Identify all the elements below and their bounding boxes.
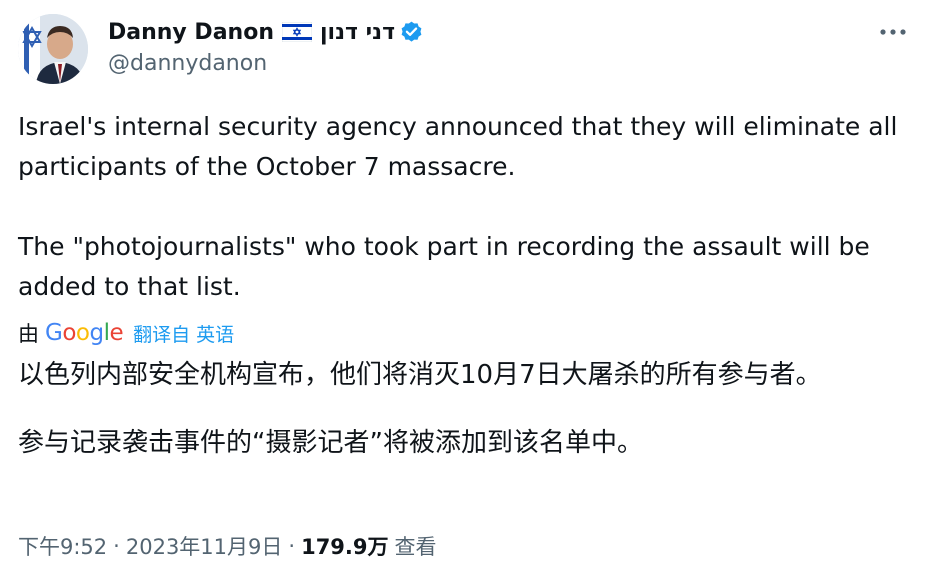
translation-attribution: 由 Google 翻译自 英语	[18, 316, 234, 350]
translated-from-link[interactable]: 翻译自 英语	[133, 320, 234, 347]
more-dots-icon	[880, 29, 906, 35]
avatar[interactable]	[18, 14, 88, 84]
tweet-paragraph-1: Israel's internal security agency announ…	[18, 112, 898, 181]
israel-flag-icon	[281, 21, 313, 43]
more-options-button[interactable]	[873, 12, 913, 52]
translation-prefix: 由	[18, 322, 39, 346]
view-count[interactable]: 179.9万	[301, 531, 388, 561]
tweet-date[interactable]: 2023年11月9日	[126, 531, 283, 561]
translated-paragraph-2: 参与记录袭击事件的“摄影记者”将被添加到该名单中。	[18, 428, 643, 458]
tweet-text: Israel's internal security agency announ…	[18, 107, 913, 307]
translated-text: 以色列内部安全机构宣布，他们将消灭10月7日大屠杀的所有参与者。 参与记录袭击事…	[18, 358, 898, 460]
tweet-paragraph-2: The "photojournalists" who took part in …	[18, 232, 870, 301]
tweet-meta: 下午9:52 · 2023年11月9日 · 179.9万 查看	[18, 528, 437, 564]
hebrew-name[interactable]: דני דנון	[320, 20, 395, 45]
tweet-card: Danny Danon דני דנון @dannydanon Israel'…	[0, 0, 927, 573]
google-logo: Google	[45, 320, 124, 346]
tweet-time[interactable]: 下午9:52	[18, 531, 107, 561]
author-handle[interactable]: @dannydanon	[108, 51, 424, 76]
translated-paragraph-1: 以色列内部安全机构宣布，他们将消灭10月7日大屠杀的所有参与者。	[18, 360, 822, 390]
avatar-image	[18, 14, 88, 84]
author-info: Danny Danon דני דנון @dannydanon	[108, 16, 424, 76]
meta-separator: ·	[113, 534, 120, 558]
views-label[interactable]: 查看	[395, 531, 437, 561]
display-name[interactable]: Danny Danon	[108, 20, 274, 45]
tweet-header: Danny Danon דני דנון @dannydanon	[18, 12, 913, 88]
verified-badge-icon[interactable]	[399, 20, 424, 45]
meta-separator: ·	[288, 534, 296, 558]
name-row: Danny Danon דני דנון	[108, 16, 424, 48]
